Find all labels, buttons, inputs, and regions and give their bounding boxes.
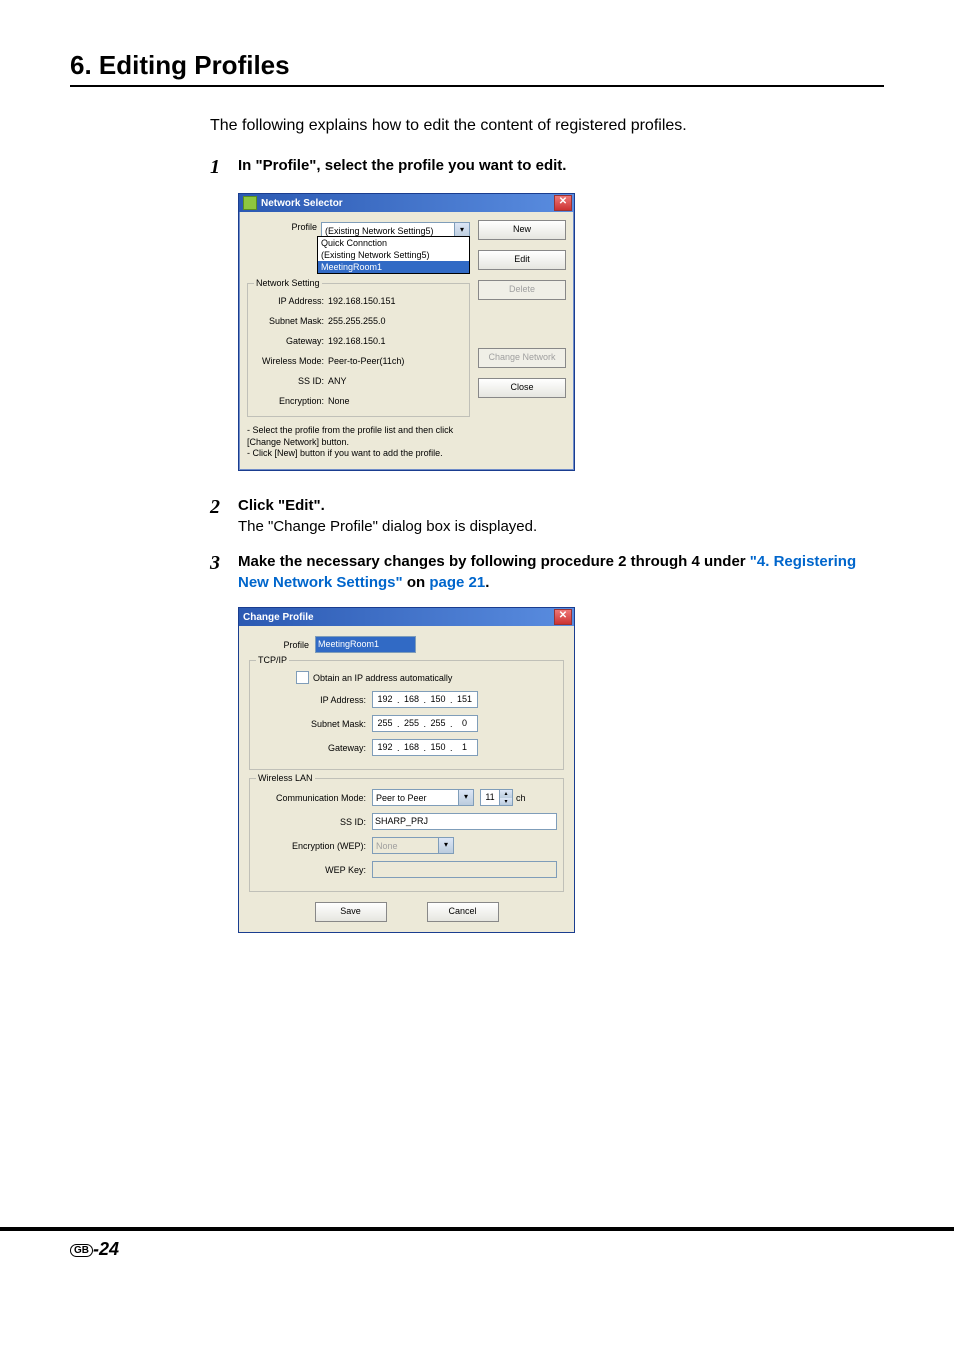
network-setting-group: Network Setting IP Address:192.168.150.1… [247, 283, 470, 417]
dropdown-option[interactable]: (Existing Network Setting5) [318, 249, 469, 261]
gateway-input[interactable]: 192. 168. 150. 1 [372, 739, 478, 756]
obtain-ip-label: Obtain an IP address automatically [313, 673, 452, 683]
wmode-value: Peer-to-Peer(11ch) [328, 354, 463, 366]
close-button[interactable]: Close [478, 378, 566, 398]
profile-row: Profile (Existing Network Setting5) ▾ Qu… [247, 220, 470, 239]
wmode-label: Wireless Mode: [254, 354, 328, 366]
wepkey-input [372, 861, 557, 878]
ip-label: IP Address: [254, 294, 328, 306]
obtain-ip-checkbox[interactable] [296, 671, 309, 684]
ip-value: 192.168.150.151 [328, 294, 463, 306]
profile-input[interactable]: MeetingRoom1 [315, 636, 416, 653]
dropdown-option-selected[interactable]: MeetingRoom1 [318, 261, 469, 273]
delete-button[interactable]: Delete [478, 280, 566, 300]
gateway-label: Gateway: [254, 334, 328, 346]
step-1: 1 In "Profile", select the profile you w… [210, 155, 884, 179]
network-selector-screenshot: Network Selector ✕ Profile (Existing Net… [238, 193, 884, 471]
step-3-lead: Make the necessary changes by following … [238, 553, 750, 570]
group-title: Wireless LAN [256, 773, 315, 783]
gateway-label: Gateway: [256, 743, 372, 753]
profile-dropdown-list[interactable]: Quick Connction (Existing Network Settin… [317, 236, 470, 274]
channel-unit: ch [516, 793, 526, 803]
ip-label: IP Address: [256, 695, 372, 705]
edit-button[interactable]: Edit [478, 250, 566, 270]
close-icon[interactable]: ✕ [554, 195, 572, 211]
profile-label: Profile [247, 220, 321, 239]
ssid-label: SS ID: [256, 817, 372, 827]
wep-label: Encryption (WEP): [256, 841, 372, 851]
step-number: 2 [210, 495, 238, 519]
page-link[interactable]: page 21 [429, 574, 485, 591]
dropdown-option[interactable]: Quick Connction [318, 237, 469, 249]
gateway-value: 192.168.150.1 [328, 334, 463, 346]
step-number: 3 [210, 551, 238, 575]
subnet-label: Subnet Mask: [256, 719, 372, 729]
profile-label: Profile [249, 640, 315, 650]
subnet-label: Subnet Mask: [254, 314, 328, 326]
section-title: 6. Editing Profiles [70, 50, 884, 87]
intro-text: The following explains how to edit the c… [210, 117, 884, 135]
cancel-button[interactable]: Cancel [427, 902, 499, 922]
hint-text: - Select the profile from the profile li… [247, 425, 470, 460]
page-footer: GB-24 [0, 1227, 954, 1260]
network-selector-dialog: Network Selector ✕ Profile (Existing Net… [238, 193, 575, 471]
ssid-input[interactable]: SHARP_PRJ [372, 813, 557, 830]
step-2-sub: The "Change Profile" dialog box is displ… [238, 518, 537, 535]
step-3-end: . [485, 574, 489, 591]
subnet-value: 255.255.255.0 [328, 314, 463, 326]
change-profile-dialog: Change Profile ✕ Profile MeetingRoom1 TC… [238, 607, 575, 933]
group-title: Network Setting [254, 278, 322, 288]
step-3: 3 Make the necessary changes by followin… [210, 551, 884, 593]
step-2-title: Click "Edit". [238, 497, 325, 514]
save-button[interactable]: Save [315, 902, 387, 922]
encryption-value: None [328, 394, 463, 406]
ssid-value: ANY [328, 374, 463, 386]
chevron-down-icon[interactable]: ▾ [458, 790, 473, 805]
chevron-down-icon: ▾ [438, 838, 453, 853]
gb-badge: GB [70, 1244, 93, 1257]
app-icon [243, 196, 257, 210]
comm-mode-select[interactable]: Peer to Peer ▾ [372, 789, 474, 806]
step-1-title: In "Profile", select the profile you wan… [238, 157, 566, 174]
step-3-mid: on [403, 574, 430, 591]
ip-input[interactable]: 192. 168. 150. 151 [372, 691, 478, 708]
change-network-button[interactable]: Change Network [478, 348, 566, 368]
subnet-input[interactable]: 255. 255. 255. 0 [372, 715, 478, 732]
new-button[interactable]: New [478, 220, 566, 240]
step-2: 2 Click "Edit". The "Change Profile" dia… [210, 495, 884, 537]
encryption-label: Encryption: [254, 394, 328, 406]
channel-spinner[interactable]: 11 ▴▾ [480, 789, 513, 806]
group-title: TCP/IP [256, 655, 289, 665]
titlebar: Network Selector ✕ [239, 194, 574, 212]
wlan-group: Wireless LAN Communication Mode: Peer to… [249, 778, 564, 892]
change-profile-screenshot: Change Profile ✕ Profile MeetingRoom1 TC… [238, 607, 884, 933]
close-icon[interactable]: ✕ [554, 609, 572, 625]
ssid-label: SS ID: [254, 374, 328, 386]
step-number: 1 [210, 155, 238, 179]
wep-select: None ▾ [372, 837, 454, 854]
window-title: Network Selector [261, 198, 343, 209]
page-number: -24 [93, 1239, 119, 1259]
titlebar: Change Profile ✕ [239, 608, 574, 626]
wepkey-label: WEP Key: [256, 865, 372, 875]
tcpip-group: TCP/IP Obtain an IP address automaticall… [249, 660, 564, 770]
window-title: Change Profile [243, 612, 314, 623]
comm-mode-label: Communication Mode: [256, 793, 372, 803]
